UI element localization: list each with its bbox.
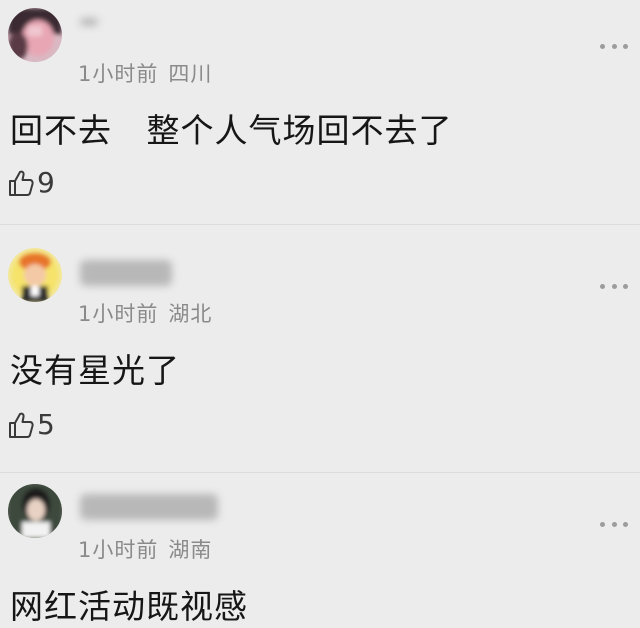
more-dots-icon[interactable] [600, 282, 628, 290]
comment-item: 1小时前 四川 回不去 整个人气场回不去了 9 [0, 0, 640, 224]
blurred-avatar-image [8, 8, 62, 62]
avatar[interactable] [8, 248, 62, 302]
blurred-username[interactable] [80, 260, 172, 286]
like-button[interactable]: 5 [8, 408, 55, 441]
comment-time: 1小时前 [78, 302, 159, 326]
like-button[interactable]: 9 [8, 166, 55, 199]
comment-location: 湖南 [168, 538, 213, 562]
blurred-username[interactable] [80, 494, 218, 520]
comment-location: 四川 [168, 62, 213, 86]
like-count: 5 [37, 408, 55, 441]
blurred-avatar-image [8, 248, 62, 302]
comment-text: 网红活动既视感 [10, 587, 248, 626]
comment-text: 回不去 整个人气场回不去了 [10, 111, 453, 150]
blurred-avatar-image [8, 484, 62, 538]
comment-meta: 1小时前 湖南 [78, 534, 212, 564]
comment-meta: 1小时前 湖北 [78, 298, 212, 328]
comment-meta: 1小时前 四川 [78, 58, 212, 88]
comment-time: 1小时前 [78, 62, 159, 86]
thumbs-up-outline-icon [9, 170, 34, 196]
thumbs-up-outline-icon [9, 412, 34, 438]
comment-item: 1小时前 湖北 没有星光了 5 [0, 224, 640, 472]
comment-text: 没有星光了 [10, 351, 180, 390]
more-dots-icon[interactable] [600, 42, 628, 50]
comment-item: 1小时前 湖南 网红活动既视感 [0, 472, 640, 626]
like-count: 9 [37, 166, 55, 199]
avatar[interactable] [8, 484, 62, 538]
avatar[interactable] [8, 8, 62, 62]
blurred-username[interactable] [80, 18, 98, 26]
more-dots-icon[interactable] [600, 520, 628, 528]
comment-location: 湖北 [168, 302, 213, 326]
comment-time: 1小时前 [78, 538, 159, 562]
